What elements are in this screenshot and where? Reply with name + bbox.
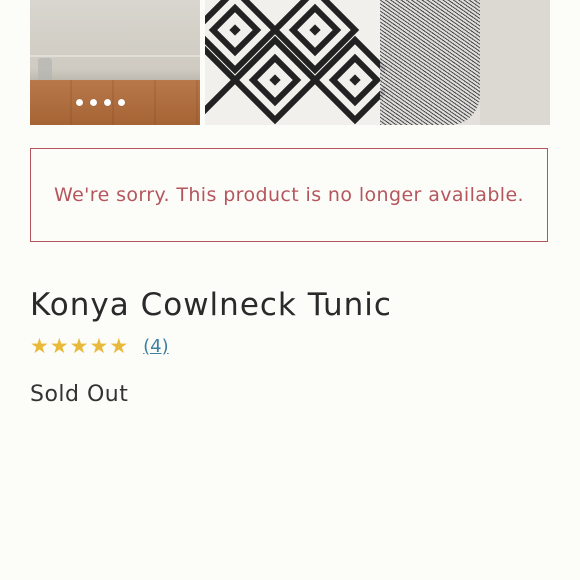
gallery-pagination-dots[interactable] <box>76 99 125 106</box>
gallery-dot[interactable] <box>90 99 97 106</box>
product-title: Konya Cowlneck Tunic <box>30 287 392 323</box>
availability-status: Sold Out <box>30 382 129 407</box>
gallery-dot[interactable] <box>76 99 83 106</box>
gallery-dot[interactable] <box>118 99 125 106</box>
product-image-gallery[interactable] <box>0 0 580 125</box>
knit-sleeve <box>380 0 480 125</box>
product-page: We're sorry. This product is no longer a… <box>0 0 580 580</box>
star-icon: ★ <box>69 334 89 358</box>
gallery-dot[interactable] <box>104 99 111 106</box>
review-count-link[interactable]: (4) <box>143 336 169 357</box>
star-icon: ★ <box>30 334 49 358</box>
star-rating: ★ ★ ★ ★ ★ <box>30 334 128 358</box>
unavailable-notice: We're sorry. This product is no longer a… <box>30 148 548 242</box>
product-image-pattern[interactable] <box>205 0 550 125</box>
wall-detail <box>30 55 200 57</box>
product-image-room[interactable] <box>30 0 200 125</box>
star-icon: ★ <box>89 334 109 358</box>
star-icon: ★ <box>49 334 69 358</box>
star-icon: ★ <box>109 334 129 358</box>
image-background <box>480 0 550 125</box>
unavailable-message: We're sorry. This product is no longer a… <box>54 184 524 206</box>
diamond-pattern-fabric <box>205 0 385 125</box>
product-rating: ★ ★ ★ ★ ★ (4) <box>30 334 169 358</box>
